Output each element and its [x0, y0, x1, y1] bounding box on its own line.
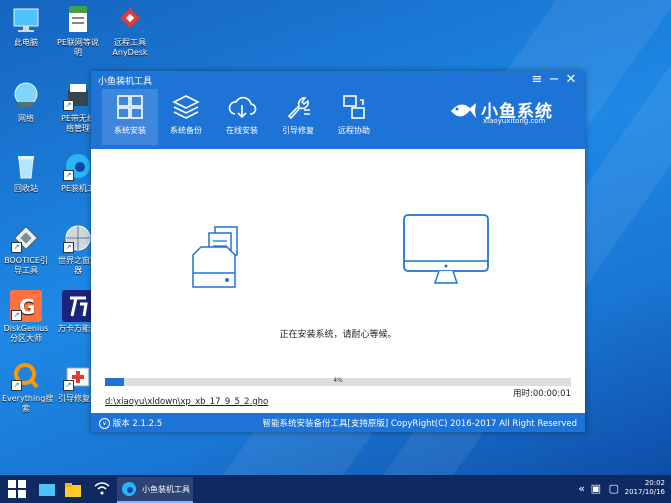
shortcut-arrow-icon: ↗	[63, 100, 74, 111]
first-aid-icon: ↗	[62, 360, 94, 392]
tab-system-install[interactable]: 系统安装	[102, 89, 158, 145]
fish-logo-icon	[451, 103, 476, 118]
clock-time: 20:02	[644, 479, 665, 487]
edge-icon: ↗	[62, 150, 94, 182]
desktop-icon-everything[interactable]: ↗ Everything搜 索	[2, 360, 53, 414]
desktop-icon-this-pc[interactable]: 此电脑	[2, 4, 50, 48]
edge-icon	[122, 482, 136, 496]
network-icon	[10, 80, 42, 112]
installer-window: 小鱼装机工具 ≡ − ✕ 系统安装 系统备份 在线安装 引导修复 远程协助 小鱼…	[91, 71, 585, 432]
tab-label: 在线安装	[226, 126, 258, 135]
progress-percent: 4%	[333, 377, 343, 384]
tab-system-backup[interactable]: 系统备份	[158, 89, 214, 145]
tab-label: 系统安装	[114, 126, 146, 135]
close-button[interactable]: ✕	[563, 72, 579, 87]
globe-icon: ↗	[62, 222, 94, 254]
window-title: 小鱼装机工具	[98, 77, 153, 87]
shortcut-arrow-icon: ↗	[11, 242, 22, 253]
cloud-download-icon	[228, 96, 257, 119]
anydesk-icon	[114, 4, 146, 36]
wireless-icon: ↗	[62, 80, 94, 112]
status-message: 正在安装系统，请耐心等候。	[279, 330, 397, 340]
recycle-bin-icon	[10, 150, 42, 182]
tab-label: 远程协助	[338, 126, 370, 135]
desktop-icon-recycle-bin[interactable]: 回收站	[2, 150, 50, 194]
minimize-button[interactable]: −	[546, 72, 562, 87]
disk-with-files-icon	[192, 226, 238, 288]
tab-online-install[interactable]: 在线安装	[214, 89, 270, 145]
wifi-icon[interactable]	[92, 480, 112, 498]
desktop-icon-anydesk[interactable]: 远程工具 AnyDesk	[106, 4, 154, 58]
tab-label: 系统备份	[170, 126, 202, 135]
tab-remote-assist[interactable]: 远程协助	[326, 89, 382, 145]
window-header: 小鱼装机工具 ≡ − ✕ 系统安装 系统备份 在线安装 引导修复 远程协助 小鱼…	[91, 71, 585, 149]
desktop-icon-pe-network[interactable]: PE联网等说明	[54, 4, 102, 58]
remote-desktop-icon	[343, 95, 365, 119]
monitor-icon	[403, 214, 489, 284]
copyright-text: 智能系统安装备份工具[支持原版] CopyRight(C) 2016-2017 …	[262, 419, 577, 429]
taskbar-app-label: 小鱼装机工具	[142, 485, 190, 494]
version-info: ∨ 版本 2.1.2.5	[99, 417, 162, 429]
notification-icon[interactable]: ▢	[609, 482, 619, 495]
clock-date: 2017/10/16	[624, 488, 665, 496]
tab-label: 引导修复	[282, 126, 314, 135]
brand-url: xiaoyuxitong.com	[483, 117, 546, 125]
version-icon: ∨	[99, 418, 110, 429]
windows-icon	[117, 95, 143, 119]
file-explorer-icon[interactable]	[64, 480, 82, 498]
desktop-icon-diskgenius[interactable]: G ↗ DiskGenius 分区大师	[2, 290, 50, 344]
shortcut-arrow-icon: ↗	[11, 310, 22, 321]
tab-boot-repair[interactable]: 引导修复	[270, 89, 326, 145]
start-button[interactable]	[8, 480, 26, 498]
chevron-up-icon[interactable]: «	[578, 482, 585, 495]
bootice-icon: ↗	[10, 222, 42, 254]
desktop-icon-network[interactable]: 网络	[2, 80, 50, 124]
image-file-path: d:\xiaoyu\xldown\xp_xb_17_9_5_2.gho	[105, 397, 269, 407]
shortcut-arrow-icon: ↗	[63, 380, 74, 391]
taskbar: 小鱼装机工具 « ▣ ▢ 20:02 2017/10/16	[0, 475, 671, 503]
version-label: 版本 2.1.2.5	[112, 419, 163, 429]
wrench-icon	[287, 97, 310, 120]
keyboard-icon[interactable]: ▣	[591, 482, 601, 495]
monitor-icon	[10, 4, 42, 36]
shortcut-arrow-icon: ↗	[63, 170, 74, 181]
window-footer: ∨ 版本 2.1.2.5 智能系统安装备份工具[支持原版] CopyRight(…	[91, 413, 585, 432]
driver-icon	[62, 290, 94, 322]
search-icon: ↗	[10, 360, 42, 392]
menu-icon[interactable]: ≡	[529, 72, 545, 87]
document-icon	[62, 4, 94, 36]
system-clock[interactable]: 20:02 2017/10/16	[625, 479, 665, 497]
progress-bar: 4%	[105, 377, 571, 386]
elapsed-time: 用时:00:00:01	[512, 389, 571, 399]
desktop-icon-bootice[interactable]: ↗ BOOTICE引 导工具	[2, 222, 50, 276]
layers-icon	[172, 95, 200, 119]
shortcut-arrow-icon: ↗	[11, 380, 22, 391]
diskgenius-icon: G ↗	[10, 290, 42, 322]
task-view-icon[interactable]	[38, 480, 56, 498]
brand-logo: 小鱼系统 xiaoyuxitong.com	[447, 101, 567, 131]
shortcut-arrow-icon: ↗	[63, 242, 74, 253]
